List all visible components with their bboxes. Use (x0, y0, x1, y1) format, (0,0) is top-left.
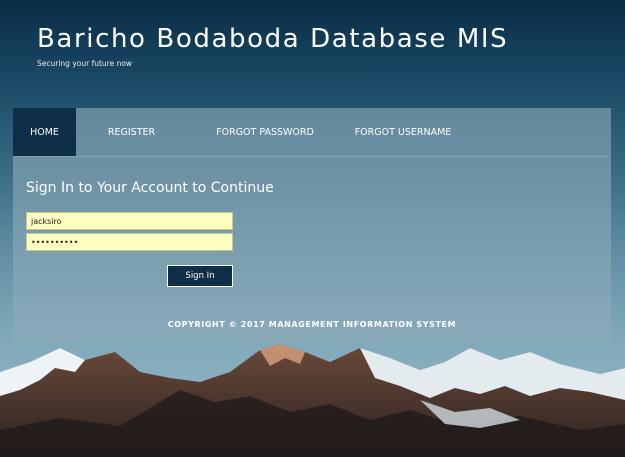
site-tagline: Securing your future now (37, 59, 133, 68)
nav-divider (13, 156, 611, 157)
main-navigation: HOME REGISTER FORGOT PASSWORD FORGOT USE… (13, 108, 463, 156)
nav-item-forgot-username[interactable]: FORGOT USERNAME (343, 108, 463, 156)
nav-item-forgot-password[interactable]: FORGOT PASSWORD (187, 108, 343, 156)
nav-item-home[interactable]: HOME (13, 108, 76, 156)
sign-in-button[interactable]: Sign In (167, 265, 233, 287)
password-input[interactable] (26, 233, 233, 251)
copyright-notice: COPYRIGHT © 2017 MANAGEMENT INFORMATION … (167, 320, 457, 329)
username-input[interactable] (26, 212, 233, 230)
signin-heading: Sign In to Your Account to Continue (26, 180, 274, 196)
site-title: Baricho Bodaboda Database MIS (37, 24, 509, 54)
nav-item-register[interactable]: REGISTER (76, 108, 187, 156)
login-panel: HOME REGISTER FORGOT PASSWORD FORGOT USE… (13, 108, 611, 343)
